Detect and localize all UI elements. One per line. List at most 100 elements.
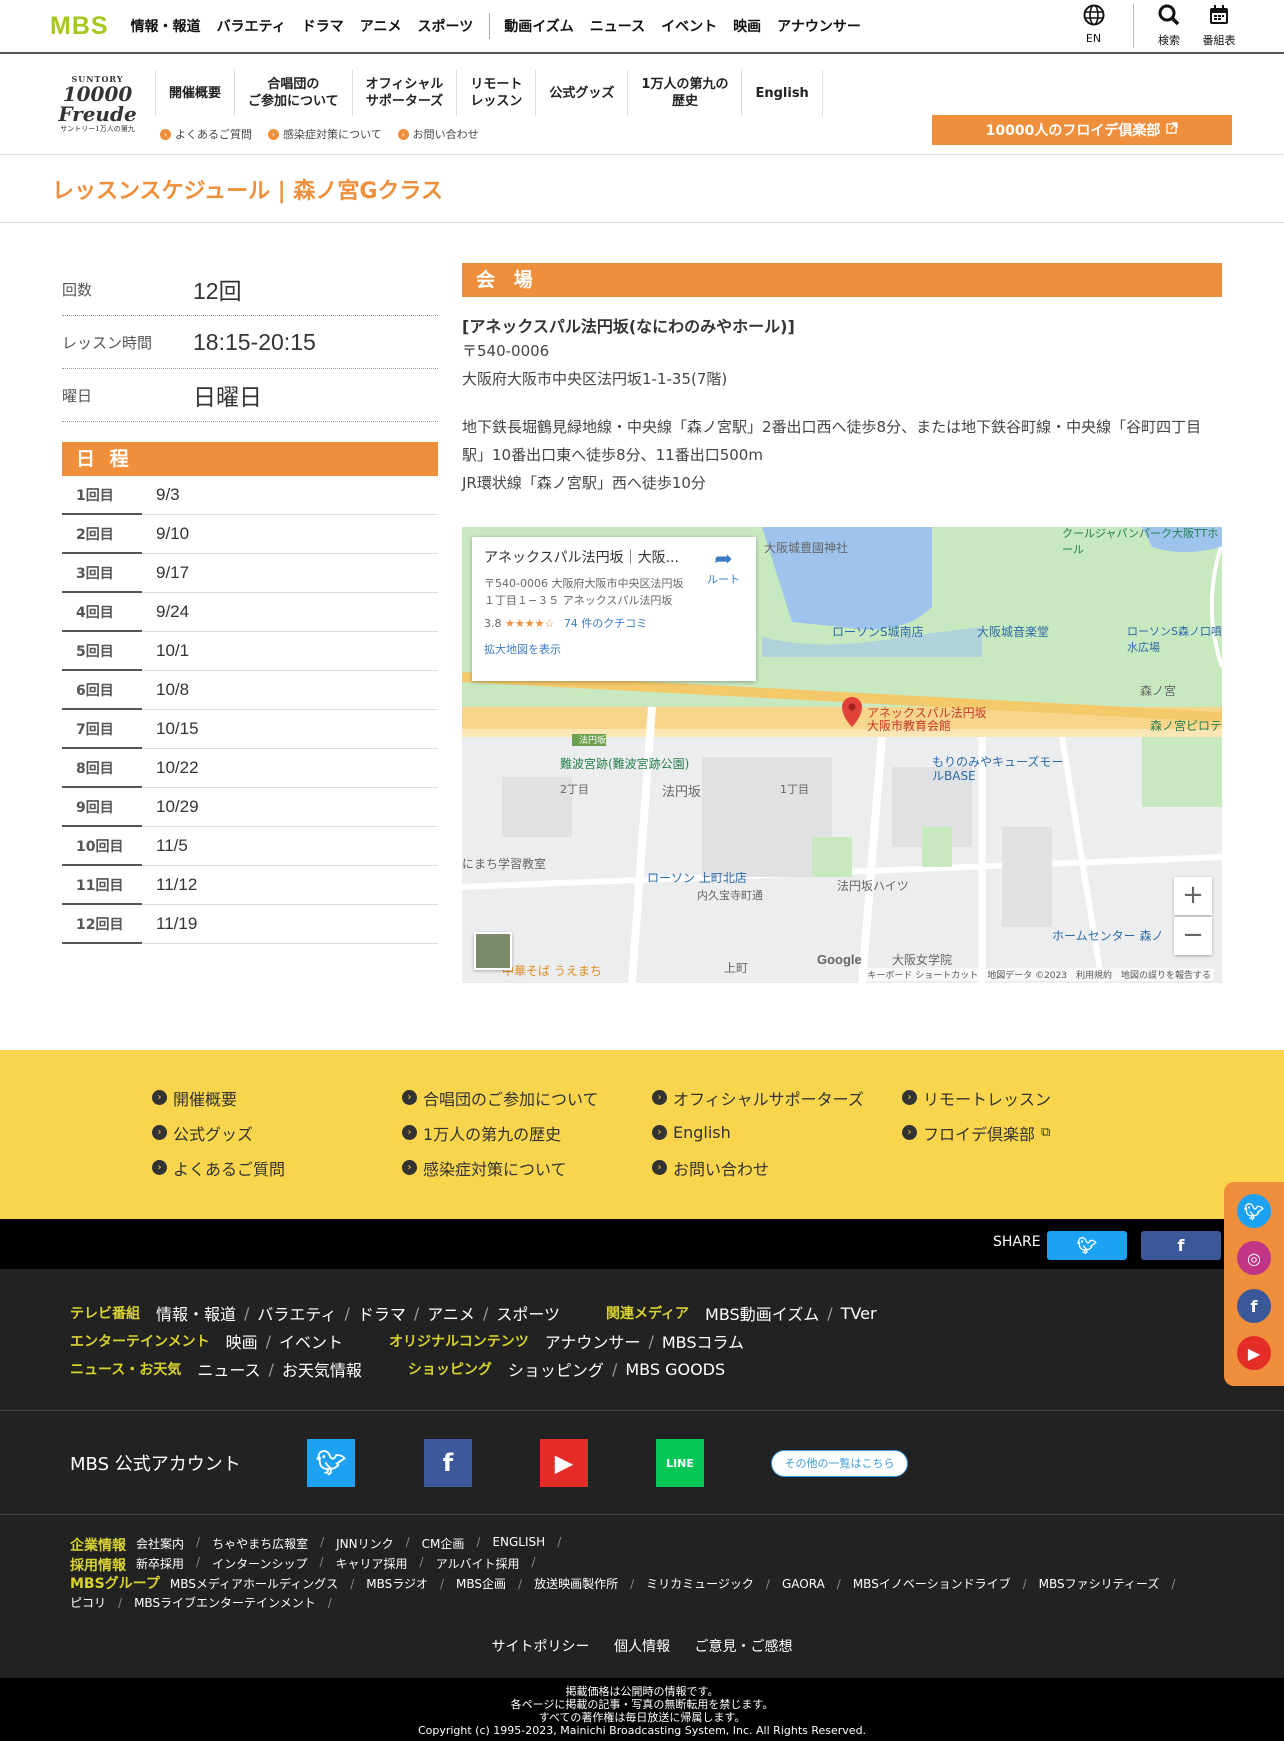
share-facebook-button[interactable]: f [1141,1231,1221,1260]
footer-link[interactable]: アルバイト採用 [436,1555,520,1575]
ynav-item[interactable]: › 開催概要 [152,1086,402,1109]
schedule-row: 9回目 10/29 [62,788,438,827]
twitter-account-button[interactable]: 🐦︎ [307,1439,355,1487]
footer-link[interactable]: 会社案内 [136,1535,184,1555]
ynav-item[interactable]: › 公式グッズ [152,1121,402,1144]
footer-link[interactable]: スポーツ [496,1301,560,1325]
footer-link[interactable]: MBS GOODS [625,1360,725,1379]
ynav-label: 合唱団のご参加について [423,1089,599,1109]
schedule-button[interactable]: 番組表 [1194,4,1244,48]
language-button[interactable]: EN [1064,4,1134,48]
footer-link[interactable]: MBSライブエンターテインメント [134,1594,316,1613]
search-button[interactable]: 検索 [1144,4,1194,48]
youtube-account-button[interactable]: ▶ [540,1439,588,1487]
map-footer[interactable]: キーボード ショートカット 地図データ ©2023 利用規約 地図の誤りを報告す… [864,968,1214,981]
footer-link[interactable]: MBSファシリティーズ [1039,1575,1160,1594]
footer-link[interactable]: MBSコラム [662,1329,744,1353]
subnav-remote-lesson[interactable]: リモート レッスン [456,70,535,116]
ynav-item[interactable]: › オフィシャルサポーターズ [652,1086,902,1109]
copyright-line: 各ページに掲載の記事・写真の無断転用を禁じます。 [510,1698,774,1711]
footer-link[interactable]: お天気情報 [282,1357,362,1381]
info-row-time: レッスン時間 18:15-20:15 [62,316,438,369]
footer-link[interactable]: ショッピング [508,1357,604,1381]
footer-link[interactable]: CM企画 [422,1535,465,1555]
subnav-english[interactable]: English [741,70,823,116]
gnav-sports[interactable]: スポーツ [417,16,473,36]
enlarge-map-link[interactable]: 拡大地図を表示 [484,641,744,657]
reviews-link[interactable]: 74 件のクチコミ [564,617,648,630]
footer-link[interactable]: MBS企画 [456,1575,506,1594]
gnav-event[interactable]: イベント [661,16,717,36]
ynav-item[interactable]: › 1万人の第九の歴史 [402,1121,652,1144]
subnav-overview[interactable]: 開催概要 [155,70,234,116]
gnav-news2[interactable]: ニュース [590,16,645,36]
ynav-item[interactable]: › フロイデ倶楽部 ⧉ [902,1121,1152,1144]
mbs-logo[interactable]: MBS [50,12,109,41]
zoom-out-button[interactable]: − [1174,917,1212,955]
infection-link[interactable]: › 感染症対策について [268,126,382,142]
venue-section: 会 場 [アネックスパル法円坂(なにわのみやホール)] 〒540-0006 大阪… [462,263,1222,983]
ynav-item[interactable]: › よくあるご質問 [152,1156,402,1179]
footer-link[interactable]: GAORA [782,1575,825,1594]
footer-link[interactable]: ENGLISH [492,1535,545,1555]
ynav-item[interactable]: › リモートレッスン [902,1086,1152,1109]
footer-link[interactable]: MBS動画イズム [705,1301,819,1325]
footer-link[interactable]: 映画 [226,1329,258,1353]
footer-link[interactable]: アニメ [427,1301,475,1325]
footer-link[interactable]: TVer [841,1304,877,1323]
facebook-account-button[interactable]: f [424,1439,472,1487]
ynav-item[interactable]: › English [652,1121,902,1144]
footer-link[interactable]: インターンシップ [212,1555,307,1575]
ynav-item[interactable]: › お問い合わせ [652,1156,902,1179]
gnav-douga-ism[interactable]: 動画イズム [504,16,574,36]
gnav-announcer[interactable]: アナウンサー [777,16,861,36]
floating-twitter-button[interactable]: 🐦︎ [1237,1194,1271,1228]
footer-link[interactable]: MBSメディアホールディングス [170,1575,338,1594]
privacy-link[interactable]: 個人情報 [614,1639,670,1655]
other-accounts-button[interactable]: その他の一覧はこちら [771,1450,908,1477]
footer-link[interactable]: ドラマ [358,1301,406,1325]
gnav-news[interactable]: 情報・報道 [131,16,201,36]
footer-link[interactable]: MBSラジオ [366,1575,428,1594]
footer-link[interactable]: 新卒採用 [136,1555,184,1575]
footer-link[interactable]: ピコリ [70,1594,106,1613]
site-policy-link[interactable]: サイトポリシー [492,1639,590,1655]
schedule-row: 10回目 11/5 [62,827,438,866]
footer-row-tv: テレビ番組 情報・報道 / バラエティ / ドラマ / アニメ / スポーツ 関連メディ… [70,1301,885,1325]
faq-link[interactable]: › よくあるご質問 [160,126,252,142]
footer-link[interactable]: MBSイノベーションドライブ [853,1575,1011,1594]
footer-link[interactable]: ミリカミュージック [646,1575,754,1594]
share-twitter-button[interactable]: 🐦︎ [1047,1231,1127,1260]
freude-logo[interactable]: SUNTORY 10000 Freude サントリー1万人の第九 [50,74,145,134]
footer-link[interactable]: 放送映画製作所 [534,1575,618,1594]
ynav-item[interactable]: › 感染症対策について [402,1156,652,1179]
subnav-participation[interactable]: 合唱団の ご参加について [234,70,352,116]
zoom-in-button[interactable]: + [1174,877,1212,915]
footer-link[interactable]: キャリア採用 [336,1555,408,1575]
feedback-link[interactable]: ご意見・ご感想 [694,1639,792,1655]
footer-link[interactable]: アナウンサー [545,1329,641,1353]
embedded-map[interactable]: 大阪城豊國神社 クールジャパンパーク大阪TTホール ローソンS城南店 大阪城音楽… [462,527,1222,983]
floating-youtube-button[interactable]: ▶ [1237,1336,1271,1370]
line-account-button[interactable]: LINE [656,1439,704,1487]
footer-link[interactable]: JNNリンク [336,1535,394,1555]
contact-link[interactable]: › お問い合わせ [397,126,479,142]
gnav-variety[interactable]: バラエティ [217,16,286,36]
footer-link[interactable]: バラエティ [257,1301,336,1325]
gnav-anime[interactable]: アニメ [360,16,402,36]
directions-button[interactable]: ➦ ルート [707,549,740,587]
footer-link[interactable]: イベント [279,1329,343,1353]
floating-facebook-button[interactable]: f [1237,1289,1271,1323]
gnav-drama[interactable]: ドラマ [302,16,344,36]
floating-instagram-button[interactable]: ◎ [1237,1241,1271,1275]
freude-club-button[interactable]: 10000人のフロイデ倶楽部 [932,115,1232,145]
satellite-toggle[interactable] [474,932,512,970]
ynav-item[interactable]: › 合唱団のご参加について [402,1086,652,1109]
footer-link[interactable]: 情報・報道 [156,1301,236,1325]
footer-link[interactable]: ちゃやまち広報室 [212,1535,308,1555]
subnav-supporters[interactable]: オフィシャル サポーターズ [351,70,457,116]
subnav-history[interactable]: 1万人の第九の 歴史 [627,70,741,116]
gnav-movie[interactable]: 映画 [733,16,761,36]
subnav-goods[interactable]: 公式グッズ [535,70,627,116]
footer-link[interactable]: ニュース [197,1357,260,1381]
